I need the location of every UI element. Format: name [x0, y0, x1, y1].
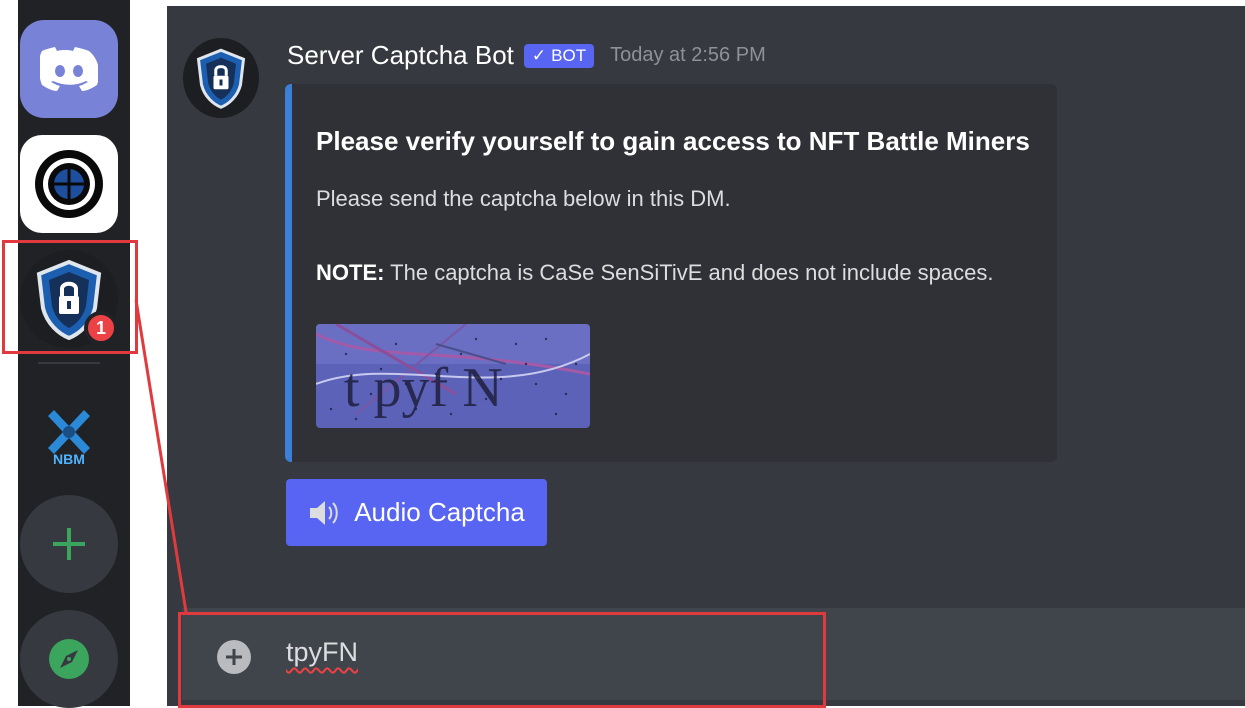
annotation-pointer-line — [134, 299, 188, 613]
